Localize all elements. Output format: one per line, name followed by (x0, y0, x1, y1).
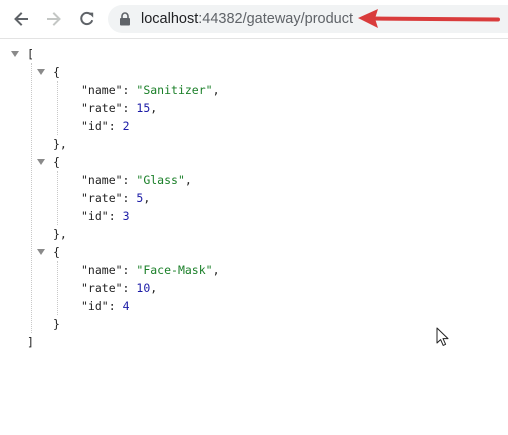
json-number-value: 3 (122, 209, 130, 223)
collapse-triangle-icon[interactable] (37, 63, 47, 81)
indent-guide (57, 81, 58, 135)
brace: }, (53, 137, 67, 151)
json-array-open: [ (27, 45, 34, 63)
json-object-close: }, (53, 225, 67, 243)
collapse-triangle-icon[interactable] (11, 45, 21, 63)
json-number-value: 15 (136, 101, 151, 115)
collapse-triangle-icon[interactable] (37, 243, 47, 261)
json-property-id: "id": 3 (81, 209, 130, 223)
bracket: ] (27, 335, 34, 349)
json-array-close: ] (27, 333, 34, 351)
json-property-rate: "rate": 5, (81, 191, 151, 205)
json-number-value: 2 (122, 119, 130, 133)
brace: { (53, 245, 60, 259)
json-object-close: } (53, 315, 60, 333)
indent-guide (31, 63, 32, 333)
json-property-name: "name": "Face-Mask", (81, 263, 220, 277)
json-property-rate: "rate": 15, (81, 101, 158, 115)
json-number-value: 10 (136, 281, 151, 295)
json-key: "id" (81, 119, 109, 133)
json-key: "rate" (81, 191, 123, 205)
json-viewer: [ { "name": "Sanitizer", "rate": 15, "id… (0, 39, 508, 435)
bracket: [ (27, 47, 34, 61)
json-property-name: "name": "Glass", (81, 173, 192, 187)
indent-guide (57, 261, 58, 315)
json-string-value: "Face-Mask" (136, 263, 213, 277)
json-key: "id" (81, 209, 109, 223)
indent-guide (57, 171, 58, 225)
json-object-open: { (53, 153, 60, 171)
json-key: "name" (81, 263, 123, 277)
json-string-value: "Sanitizer" (136, 83, 213, 97)
json-property-id: "id": 2 (81, 119, 130, 133)
browser-toolbar: localhost:44382/gateway/product (0, 0, 508, 39)
address-bar[interactable]: localhost:44382/gateway/product (108, 5, 508, 33)
json-number-value: 4 (122, 299, 130, 313)
reload-icon[interactable] (75, 7, 99, 31)
brace: }, (53, 227, 67, 241)
brace: } (53, 317, 60, 331)
forward-arrow-icon[interactable] (42, 7, 66, 31)
json-object-open: { (53, 243, 60, 261)
back-arrow-icon[interactable] (9, 7, 33, 31)
json-key: "name" (81, 83, 123, 97)
url-host: localhost (141, 11, 199, 27)
json-key: "rate" (81, 101, 123, 115)
url-path: :44382/gateway/product (198, 11, 354, 27)
brace: { (53, 65, 60, 79)
collapse-triangle-icon[interactable] (37, 153, 47, 171)
json-key: "id" (81, 299, 109, 313)
json-key: "rate" (81, 281, 123, 295)
json-property-id: "id": 4 (81, 299, 130, 313)
json-object-open: { (53, 63, 60, 81)
json-key: "name" (81, 173, 123, 187)
json-string-value: "Glass" (136, 173, 185, 187)
brace: { (53, 155, 60, 169)
json-property-name: "name": "Sanitizer", (81, 83, 220, 97)
lock-icon[interactable] (119, 12, 131, 26)
json-property-rate: "rate": 10, (81, 281, 158, 295)
address-bar-url[interactable]: localhost:44382/gateway/product (141, 10, 353, 28)
json-object-close: }, (53, 135, 67, 153)
